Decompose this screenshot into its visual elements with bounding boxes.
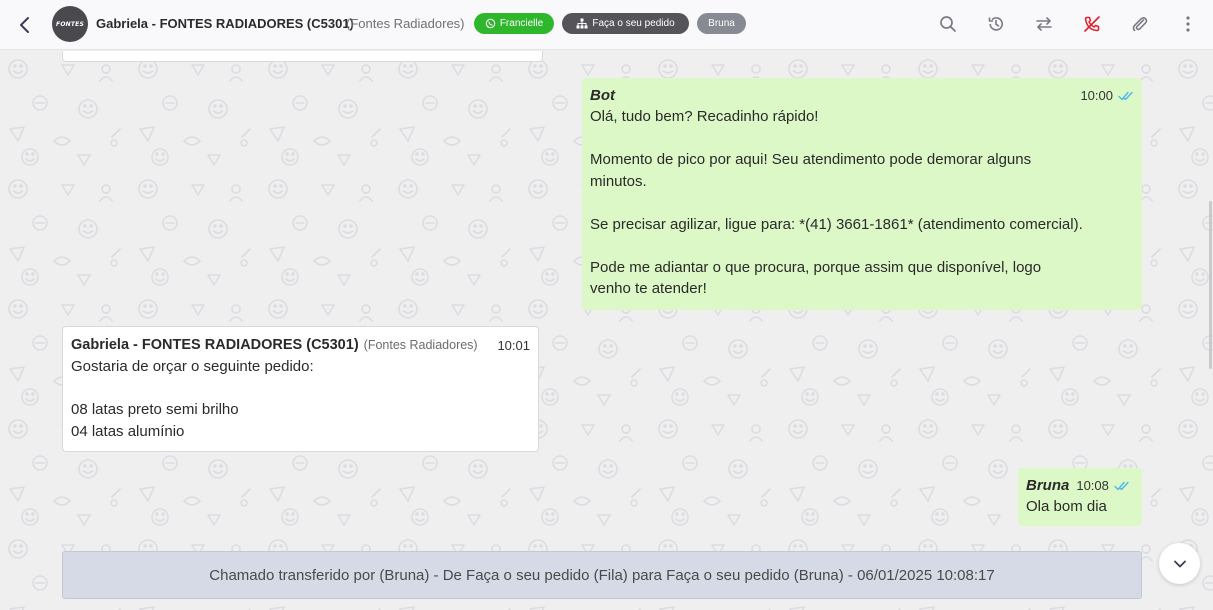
message-line: venho te atender! (590, 280, 707, 297)
attachment-icon (1132, 16, 1148, 32)
message-sender: Bot (590, 87, 615, 105)
more-options-button[interactable] (1177, 13, 1199, 35)
message-line: minutos. (590, 172, 647, 190)
message-bubble-incoming: Gabriela - FONTES RADIADORES (C5301) (Fo… (62, 326, 539, 452)
transfer-icon (1036, 17, 1052, 31)
attachment-button[interactable] (1129, 13, 1151, 35)
history-icon (988, 17, 1003, 31)
avatar[interactable]: FONTES (52, 6, 88, 42)
avatar-logo-text: FONTES (56, 20, 84, 28)
message-bubble-bruna: Bruna 10:08 Ola bom dia (1018, 468, 1142, 526)
message-text: Gostaria de orçar o seguinte pedido: 08 … (71, 356, 530, 442)
history-button[interactable] (985, 13, 1007, 35)
scroll-to-bottom-button[interactable] (1159, 543, 1200, 584)
message-line: Pode me adiantar o que procura, porque a… (590, 258, 1042, 276)
sitemap-icon (576, 18, 588, 29)
whatsapp-icon (485, 18, 496, 29)
message-line: Ola bom dia (1026, 498, 1107, 515)
message-sender: Gabriela - FONTES RADIADORES (C5301) (71, 337, 359, 354)
more-icon (1186, 16, 1190, 32)
message-line: Olá, tudo bem? Recadinho rápido! (590, 108, 819, 125)
message-time: 10:01 (497, 338, 530, 354)
agent-badge: Francielle (474, 13, 554, 34)
message-header: Bruna 10:08 (1026, 476, 1134, 496)
double-check-icon (1114, 481, 1129, 491)
message-meta: 10:00 (1080, 85, 1134, 107)
message-sender-company: (Fontes Radiadores) (363, 338, 478, 353)
message-line: 08 latas preto semi brilho (71, 401, 239, 418)
transfer-notice-text: Chamado transferido por (Bruna) - De Faç… (209, 566, 995, 584)
scrollbar-thumb[interactable] (1209, 201, 1212, 369)
message-sender: Bruna (1026, 477, 1070, 495)
message-line: 04 latas alumínio (71, 422, 185, 440)
search-button[interactable] (937, 13, 959, 35)
attendant-badge: Bruna (697, 13, 746, 34)
message-time: 10:08 (1076, 478, 1109, 494)
previous-message-bubble (62, 51, 543, 62)
message-header: Bot 10:00 (590, 86, 1134, 106)
contact-company: (Fontes Radiadores) (346, 16, 465, 31)
search-icon (940, 16, 956, 32)
transfer-button[interactable] (1033, 13, 1055, 35)
message-time: 10:00 (1080, 88, 1113, 104)
chat-area[interactable]: Bot 10:00 Olá, tudo bem? Recadinho rápid… (0, 51, 1213, 610)
chevron-down-icon (1173, 560, 1186, 567)
chevron-left-icon (20, 17, 29, 33)
end-call-icon (1084, 16, 1100, 32)
attendant-badge-label: Bruna (708, 18, 735, 29)
message-header: Gabriela - FONTES RADIADORES (C5301) (Fo… (71, 336, 530, 356)
message-line: Se precisar agilizar, ligue para: *(41) … (590, 215, 1083, 233)
end-call-button[interactable] (1081, 13, 1103, 35)
message-text: Olá, tudo bem? Recadinho rápido! Momento… (590, 106, 1134, 300)
queue-badge-label: Faça o seu pedido (592, 18, 675, 29)
message-line: Momento de pico por aqui! Seu atendiment… (590, 151, 1032, 168)
queue-badge: Faça o seu pedido (562, 13, 689, 34)
transfer-notice: Chamado transferido por (Bruna) - De Faç… (62, 551, 1142, 599)
message-line: Gostaria de orçar o seguinte pedido: (71, 358, 314, 375)
agent-badge-label: Francielle (499, 18, 544, 29)
message-bubble-bot: Bot 10:00 Olá, tudo bem? Recadinho rápid… (582, 78, 1142, 310)
chat-header: FONTES Gabriela - FONTES RADIADORES (C53… (0, 0, 1213, 50)
back-button[interactable] (13, 13, 37, 37)
contact-name: Gabriela - FONTES RADIADORES (C5301) (96, 16, 354, 31)
double-check-icon (1118, 91, 1133, 101)
